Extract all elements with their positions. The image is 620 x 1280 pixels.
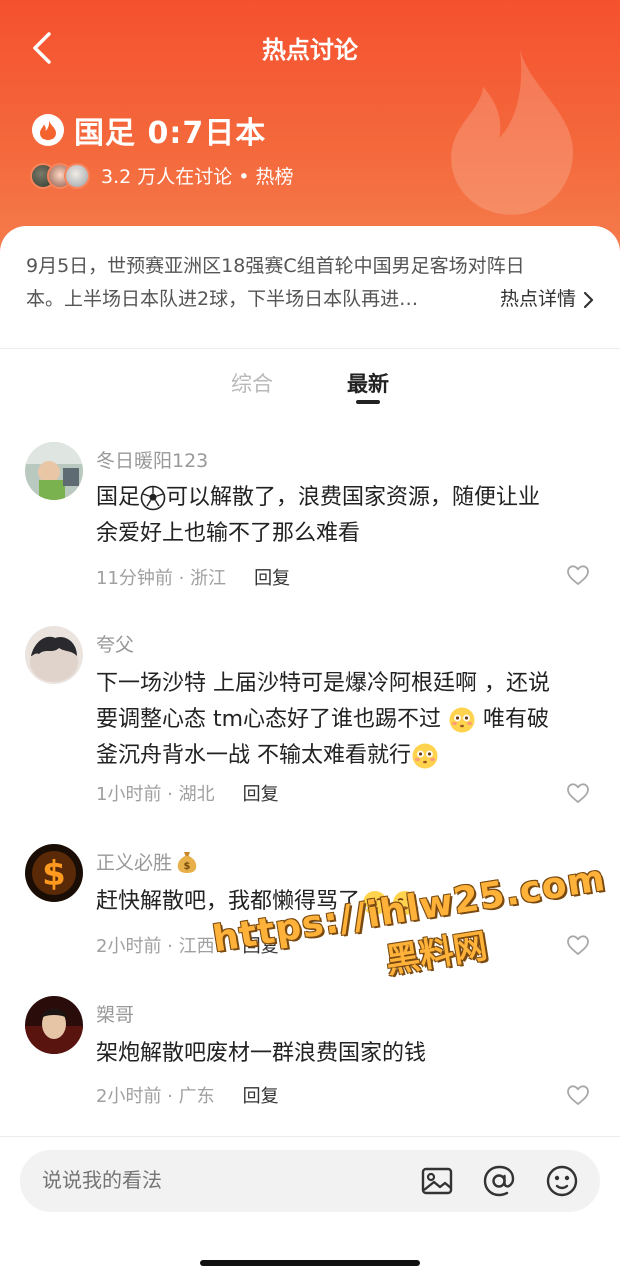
man-photo-avatar	[25, 996, 83, 1054]
reply-button[interactable]: 回复	[254, 564, 290, 590]
heart-icon[interactable]	[566, 1084, 590, 1106]
comment-time-location: 1小时前 · 湖北	[96, 784, 215, 805]
avatar	[64, 162, 90, 189]
reply-button[interactable]: 回复	[243, 1082, 279, 1108]
topic-summary: 9月5日，世预赛亚洲区18强赛C组首轮中国男足客场对阵日 本。上半场日本队进2球…	[26, 250, 596, 316]
divider	[0, 348, 620, 349]
soccer-ball-icon	[140, 485, 166, 511]
heart-icon[interactable]	[566, 564, 590, 586]
topic-title-row: 国足 0:7日本	[32, 108, 266, 152]
chevron-right-icon	[583, 291, 594, 308]
comment-text: 架炮解散吧废材一群浪费国家的钱	[96, 1041, 427, 1066]
reply-button[interactable]: 回复	[243, 780, 279, 806]
topic-summary-card: 9月5日，世预赛亚洲区18强赛C组首轮中国男足客场对阵日 本。上半场日本队进2球…	[0, 226, 620, 348]
comment-time-location: 2小时前 · 广东	[96, 1086, 215, 1107]
flushed-face-emoji-icon	[412, 743, 438, 769]
flushed-face-emoji-icon	[449, 707, 475, 733]
flame-icon	[40, 120, 56, 140]
comment-meta: 11分钟前 · 浙江 回复	[96, 564, 290, 590]
avatar[interactable]	[25, 996, 83, 1054]
summary-line: 9月5日，世预赛亚洲区18强赛C组首轮中国男足客场对阵日	[26, 255, 525, 277]
participant-avatars	[30, 162, 90, 189]
comment-sort-tabs: 综合 最新	[0, 364, 620, 414]
comment-author[interactable]: 冬日暖阳123	[96, 446, 208, 473]
comment-meta: 1小时前 · 湖北 回复	[96, 780, 279, 806]
comment-input-bar	[20, 1150, 600, 1212]
tab-latest[interactable]: 最新	[347, 364, 389, 414]
hair-photo-avatar	[25, 626, 83, 684]
topic-title: 国足 0:7日本	[74, 116, 267, 151]
huffing-face-emoji-icon	[390, 891, 420, 915]
emoji-icon[interactable]	[545, 1164, 579, 1198]
home-indicator	[200, 1260, 420, 1266]
heart-icon[interactable]	[566, 782, 590, 804]
active-tab-indicator	[356, 400, 380, 404]
comment-input[interactable]	[40, 1167, 364, 1193]
comment-author[interactable]: 正义必胜 $	[96, 848, 198, 875]
heart-icon[interactable]	[566, 934, 590, 956]
page-title: 热点讨论	[262, 36, 358, 64]
comment-time-location: 2小时前 · 江西	[96, 936, 215, 957]
comment-author[interactable]: 夸父	[96, 630, 134, 657]
svg-text:$: $	[184, 861, 191, 872]
topic-header: 热点讨论 国足 0:7日本 3.2 万人在讨论 • 热榜	[0, 0, 620, 260]
money-bag-icon: $	[177, 851, 197, 873]
discussion-count: 3.2 万人在讨论 • 热榜	[101, 166, 294, 188]
comment-time-location: 11分钟前 · 浙江	[96, 568, 227, 589]
hot-detail-label: 热点详情	[499, 288, 576, 310]
avatar[interactable]	[25, 442, 83, 500]
svg-text:$: $	[42, 854, 66, 894]
comment-meta: 2小时前 · 广东 回复	[96, 1082, 279, 1108]
comment-text: 国足 可以解散了，浪费国家资源，随便让业 余爱好上也输不了那么难看	[96, 485, 541, 546]
divider	[0, 1136, 620, 1137]
huffing-face-emoji-icon	[360, 891, 390, 915]
comment-author[interactable]: 槊哥	[96, 1000, 134, 1027]
flame-decoration-icon	[451, 50, 573, 215]
hot-detail-link[interactable]: 热点详情	[500, 283, 596, 316]
comment-text: 下一场沙特 上届沙特可是爆冷阿根廷啊 ，还说 要调整心态 tm心态好了谁也踢不过…	[96, 671, 550, 769]
image-icon[interactable]	[420, 1164, 454, 1198]
summary-line: 本。上半场日本队进2球，下半场日本队再进…	[26, 288, 419, 310]
comment-meta: 2小时前 · 江西 回复	[96, 932, 279, 958]
tab-comprehensive[interactable]: 综合	[231, 364, 273, 414]
hot-topic-badge	[32, 114, 64, 146]
avatar[interactable]: $	[25, 844, 83, 902]
reply-button[interactable]: 回复	[243, 932, 279, 958]
dollar-sign-avatar: $	[25, 844, 83, 902]
avatar[interactable]	[25, 626, 83, 684]
topic-meta: 3.2 万人在讨论 • 热榜	[30, 162, 294, 189]
child-photo-avatar	[25, 442, 83, 500]
at-mention-icon[interactable]	[482, 1164, 516, 1198]
comment-text: 赶快解散吧，我都懒得骂了	[96, 884, 600, 920]
